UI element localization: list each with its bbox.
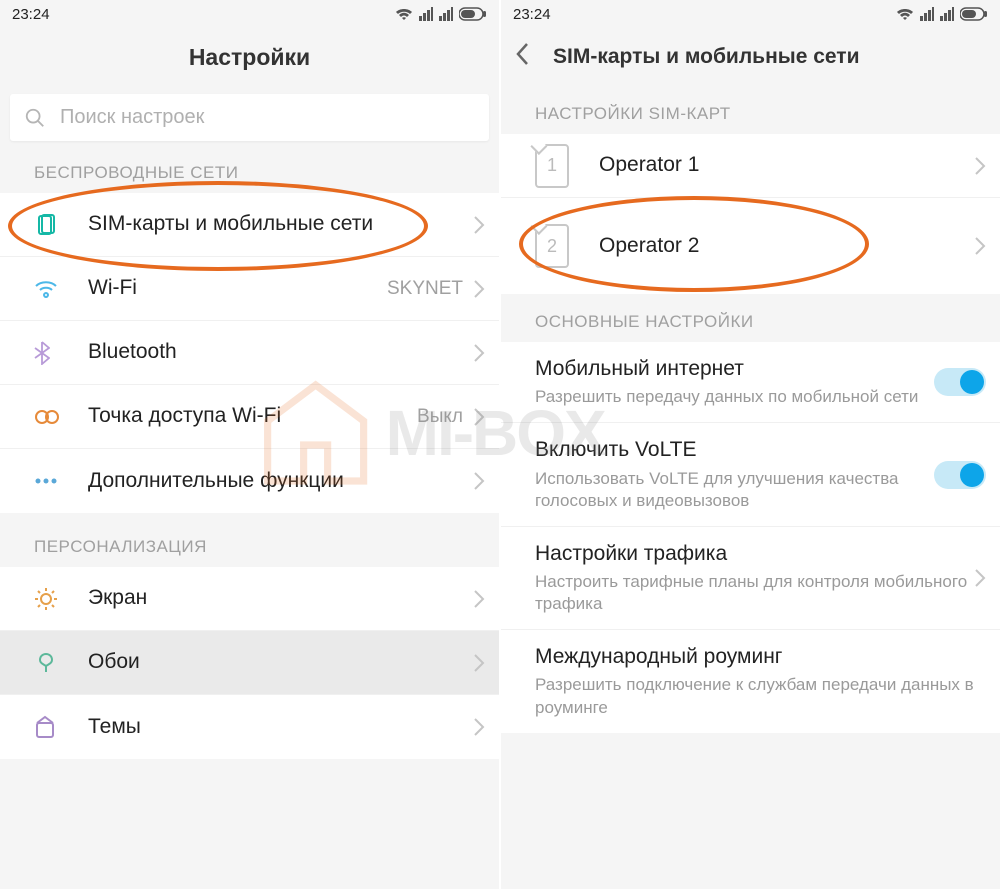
wifi-value: SKYNET	[387, 278, 463, 300]
header: Настройки	[0, 28, 499, 86]
row-wallpaper[interactable]: Обои	[0, 631, 499, 695]
toggle-volte[interactable]	[934, 461, 986, 489]
more-icon	[34, 477, 58, 485]
row-volte[interactable]: Включить VoLTE Использовать VoLTE для ул…	[501, 423, 1000, 526]
row-operator1[interactable]: 1 Operator 1	[501, 134, 1000, 198]
label: Международный роуминг	[535, 644, 986, 670]
back-button[interactable]	[515, 42, 529, 73]
battery-icon	[960, 7, 988, 21]
phone-left: 23:24 Настройки Поиск настроек БЕСПРОВОД…	[0, 0, 499, 889]
list-general: Мобильный интернет Разрешить передачу да…	[501, 342, 1000, 733]
row-more[interactable]: Дополнительные функции	[0, 449, 499, 513]
label: Дополнительные функции	[88, 468, 473, 494]
phone-right: 23:24 SIM-карты и мобильные сети НАСТРОЙ…	[499, 0, 1000, 889]
status-icons	[896, 7, 988, 21]
row-roaming[interactable]: Международный роуминг Разрешить подключе…	[501, 630, 1000, 732]
label: SIM-карты и мобильные сети	[88, 211, 473, 237]
status-bar: 23:24	[501, 0, 1000, 28]
list-sim: 1 Operator 1 2 Operator 2	[501, 134, 1000, 294]
bluetooth-icon	[34, 341, 50, 365]
label: Operator 2	[599, 233, 974, 259]
wifi-icon	[34, 279, 58, 299]
chevron-right-icon	[974, 568, 986, 588]
label: Включить VoLTE	[535, 437, 934, 463]
chevron-right-icon	[473, 653, 485, 673]
section-wireless: БЕСПРОВОДНЫЕ СЕТИ	[0, 145, 499, 193]
row-traffic[interactable]: Настройки трафика Настроить тарифные пла…	[501, 527, 1000, 630]
sublabel: Разрешить передачу данных по мобильной с…	[535, 386, 934, 408]
label: Wi-Fi	[88, 275, 387, 301]
row-bluetooth[interactable]: Bluetooth	[0, 321, 499, 385]
row-themes[interactable]: Темы	[0, 695, 499, 759]
signal-icon-2	[940, 7, 954, 21]
page-title: SIM-карты и мобильные сети	[553, 45, 860, 69]
display-icon	[34, 587, 58, 611]
hotspot-value: Выкл	[417, 406, 463, 428]
label: Темы	[88, 714, 473, 740]
chevron-left-icon	[515, 42, 529, 66]
battery-icon	[459, 7, 487, 21]
sublabel: Использовать VoLTE для улучшения качеств…	[535, 468, 934, 512]
status-time: 23:24	[12, 6, 50, 23]
search-placeholder: Поиск настроек	[60, 106, 204, 129]
list-personal: Экран Обои Темы	[0, 567, 499, 759]
search-input[interactable]: Поиск настроек	[10, 94, 489, 141]
sublabel: Разрешить подключение к службам передачи…	[535, 674, 986, 718]
wallpaper-icon	[34, 651, 58, 675]
chevron-right-icon	[473, 471, 485, 491]
label: Настройки трафика	[535, 541, 974, 567]
chevron-right-icon	[473, 717, 485, 737]
row-display[interactable]: Экран	[0, 567, 499, 631]
row-hotspot[interactable]: Точка доступа Wi-Fi Выкл	[0, 385, 499, 449]
chevron-right-icon	[974, 156, 986, 176]
sim1-icon: 1	[535, 144, 569, 188]
status-icons	[395, 7, 487, 21]
toggle-mobile-data[interactable]	[934, 368, 986, 396]
chevron-right-icon	[974, 236, 986, 256]
signal-icon-2	[439, 7, 453, 21]
chevron-right-icon	[473, 589, 485, 609]
chevron-right-icon	[473, 343, 485, 363]
chevron-right-icon	[473, 215, 485, 235]
sublabel: Настроить тарифные планы для контроля мо…	[535, 571, 974, 615]
search-icon	[24, 107, 46, 129]
themes-icon	[34, 715, 56, 739]
status-bar: 23:24	[0, 0, 499, 28]
section-sim: НАСТРОЙКИ SIM-КАРТ	[501, 86, 1000, 134]
row-operator2[interactable]: 2 Operator 2	[501, 198, 1000, 294]
chevron-right-icon	[473, 407, 485, 427]
row-mobile-data[interactable]: Мобильный интернет Разрешить передачу да…	[501, 342, 1000, 423]
sim2-icon: 2	[535, 224, 569, 268]
label: Bluetooth	[88, 339, 473, 365]
signal-icon	[920, 7, 934, 21]
label: Обои	[88, 649, 473, 675]
chevron-right-icon	[473, 279, 485, 299]
wifi-icon	[395, 7, 413, 21]
section-personal: ПЕРСОНАЛИЗАЦИЯ	[0, 523, 499, 567]
page-title: Настройки	[189, 44, 310, 71]
hotspot-icon	[34, 408, 60, 426]
label: Экран	[88, 585, 473, 611]
sim-icon	[34, 213, 58, 237]
label: Operator 1	[599, 152, 974, 178]
label: Мобильный интернет	[535, 356, 934, 382]
header: SIM-карты и мобильные сети	[501, 28, 1000, 86]
row-wifi[interactable]: Wi-Fi SKYNET	[0, 257, 499, 321]
status-time: 23:24	[513, 6, 551, 23]
label: Точка доступа Wi-Fi	[88, 403, 417, 429]
section-general: ОСНОВНЫЕ НАСТРОЙКИ	[501, 294, 1000, 342]
wifi-icon	[896, 7, 914, 21]
row-sim[interactable]: SIM-карты и мобильные сети	[0, 193, 499, 257]
signal-icon	[419, 7, 433, 21]
list-wireless: SIM-карты и мобильные сети Wi-Fi SKYNET …	[0, 193, 499, 513]
